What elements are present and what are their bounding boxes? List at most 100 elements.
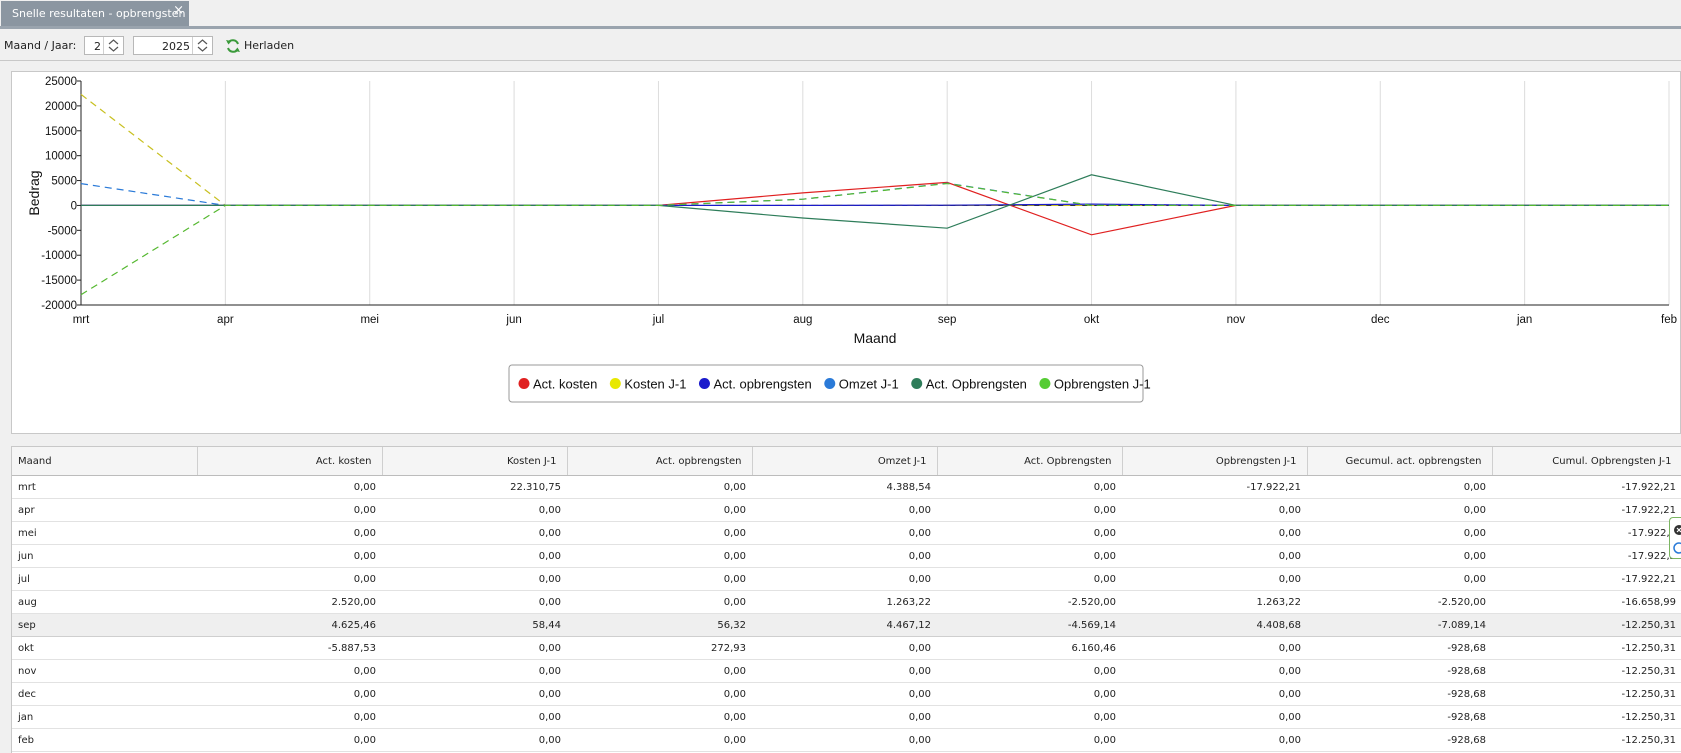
table-row[interactable]: feb 0,00 0,00 0,00 0,00 0,00 0,00 -928,68 -12.25… <box>12 728 1681 752</box>
amount-cell: 0,00 <box>752 636 937 660</box>
legend-label: Act. opbrengsten <box>713 377 811 392</box>
table-row[interactable]: jan 0,00 0,00 0,00 0,00 0,00 0,00 -928,68 -12.25… <box>12 705 1681 729</box>
amount-cell: 272,93 <box>567 636 752 660</box>
amount-cell: -12.250,31 <box>1492 682 1681 706</box>
x-tick-label: sep <box>938 314 957 326</box>
table-row[interactable]: apr 0,00 0,00 0,00 0,00 0,00 0,00 0,00 -17.922,2… <box>12 498 1681 522</box>
x-tick-label: mei <box>360 314 379 326</box>
close-icon[interactable]: × <box>173 3 184 18</box>
table-row[interactable]: mrt 0,00 22.310,75 0,00 4.388,54 0,00 -17.922,… <box>12 475 1681 499</box>
amount-cell: 0,00 <box>752 728 937 752</box>
amount-cell: 0,00 <box>567 521 752 545</box>
series-line <box>81 181 1669 236</box>
table-row[interactable]: aug 2.520,00 0,00 0,00 1.263,22 -2.520,00 1.26… <box>12 590 1681 614</box>
legend-label: Omzet J-1 <box>839 377 899 392</box>
month-cell: jul <box>12 567 197 591</box>
column-header[interactable]: Omzet J-1 <box>752 447 938 476</box>
amount-cell: 0,00 <box>752 567 937 591</box>
column-header[interactable]: Cumul. Opbrengsten J-1 <box>1492 447 1681 476</box>
amount-cell: 0,00 <box>567 728 752 752</box>
month-spin-arrows-icon[interactable] <box>103 37 123 54</box>
amount-cell: -928,68 <box>1307 682 1492 706</box>
column-header[interactable]: Opbrengsten J-1 <box>1122 447 1308 476</box>
table-row[interactable]: mei 0,00 0,00 0,00 0,00 0,00 0,00 0,00 -17.922,2 <box>12 521 1681 545</box>
amount-cell: 0,00 <box>937 544 1122 568</box>
table-header-row: Maand Act. kosten Kosten J-1 Act. opbrengst… <box>12 447 1681 476</box>
amount-cell: 0,00 <box>567 682 752 706</box>
y-tick-label: -5000 <box>48 225 77 237</box>
column-header[interactable]: Act. Opbrengsten <box>937 447 1123 476</box>
amount-cell: 0,00 <box>1307 567 1492 591</box>
x-tick-label: mrt <box>73 314 90 326</box>
amount-cell: 1.263,22 <box>752 590 937 614</box>
amount-cell: 0,00 <box>752 498 937 522</box>
amount-cell: 0,00 <box>197 659 382 683</box>
table-row[interactable]: nov 0,00 0,00 0,00 0,00 0,00 0,00 -928,68 -12.25… <box>12 659 1681 683</box>
x-tick-label: nov <box>1227 314 1246 326</box>
table-row[interactable]: sep 4.625,46 58,44 56,32 4.467,12 -4.569,14 4.… <box>12 613 1681 637</box>
x-axis-title: Maand <box>854 330 897 346</box>
close-circle-icon[interactable] <box>1670 518 1681 558</box>
month-cell: feb <box>12 728 197 752</box>
table-row[interactable]: dec 0,00 0,00 0,00 0,00 0,00 0,00 -928,68 -12.25… <box>12 682 1681 706</box>
amount-cell: 0,00 <box>1122 544 1307 568</box>
tab-snelle-resultaten[interactable]: Snelle resultaten - opbrengsten × <box>1 1 189 26</box>
y-axis-title: Bedrag <box>26 170 42 215</box>
year-spinner[interactable]: 2025 <box>133 36 213 55</box>
amount-cell: 0,00 <box>197 498 382 522</box>
legend-label: Act. kosten <box>533 377 597 392</box>
table-row[interactable]: jun 0,00 0,00 0,00 0,00 0,00 0,00 0,00 -17.922,2 <box>12 544 1681 568</box>
amount-cell: 0,00 <box>937 705 1122 729</box>
amount-cell: -16.658,99 <box>1492 590 1681 614</box>
amount-cell: 0,00 <box>937 728 1122 752</box>
amount-cell: 0,00 <box>1122 567 1307 591</box>
amount-cell: 0,00 <box>382 544 567 568</box>
amount-cell: -17.922,2 <box>1492 521 1681 545</box>
side-panel-toggle[interactable] <box>1669 517 1681 559</box>
amount-cell: 0,00 <box>1122 636 1307 660</box>
series-line <box>80 182 1669 296</box>
x-tick-label: feb <box>1661 314 1677 326</box>
amount-cell: 0,00 <box>1122 728 1307 752</box>
amount-cell: 0,00 <box>567 567 752 591</box>
amount-cell: 1.263,22 <box>1122 590 1307 614</box>
amount-cell: -12.250,31 <box>1492 728 1681 752</box>
amount-cell: 0,00 <box>937 475 1122 499</box>
amount-cell: 0,00 <box>382 590 567 614</box>
amount-cell: 2.520,00 <box>197 590 382 614</box>
x-tick-label: jan <box>1516 314 1532 326</box>
y-tick-label: -20000 <box>41 300 77 312</box>
toolbar: Maand / Jaar: 2 2025 Herladen <box>0 30 1681 61</box>
legend-label: Act. Opbrengsten <box>926 377 1027 392</box>
results-grid: Maand Act. kosten Kosten J-1 Act. opbrengst… <box>11 446 1681 753</box>
month-cell: dec <box>12 682 197 706</box>
amount-cell: 0,00 <box>937 521 1122 545</box>
amount-cell: 0,00 <box>937 567 1122 591</box>
legend-swatch <box>824 378 836 389</box>
month-spinner[interactable]: 2 <box>84 36 124 55</box>
amount-cell: -17.922,21 <box>1492 567 1681 591</box>
amount-cell: -928,68 <box>1307 728 1492 752</box>
tab-bar: Snelle resultaten - opbrengsten × <box>0 0 1681 29</box>
amount-cell: 0,00 <box>382 728 567 752</box>
amount-cell: 0,00 <box>382 498 567 522</box>
column-header[interactable]: Act. kosten <box>197 447 383 476</box>
year-spin-arrows-icon[interactable] <box>192 37 212 54</box>
amount-cell: 4.467,12 <box>752 613 937 637</box>
amount-cell: -7.089,14 <box>1307 613 1492 637</box>
table-row[interactable]: jul 0,00 0,00 0,00 0,00 0,00 0,00 0,00 -17.922,2… <box>12 567 1681 591</box>
amount-cell: 0,00 <box>382 705 567 729</box>
amount-cell: 0,00 <box>197 567 382 591</box>
column-header[interactable]: Kosten J-1 <box>382 447 568 476</box>
table-row[interactable]: okt -5.887,53 0,00 272,93 0,00 6.160,46 0,00 -9… <box>12 636 1681 660</box>
amount-cell: 0,00 <box>752 544 937 568</box>
amount-cell: 0,00 <box>567 498 752 522</box>
column-header[interactable]: Act. opbrengsten <box>567 447 753 476</box>
amount-cell: -12.250,31 <box>1492 705 1681 729</box>
y-tick-label: 10000 <box>45 151 77 163</box>
reload-label: Herladen <box>244 39 295 52</box>
column-header[interactable]: Gecumul. act. opbrengsten <box>1307 447 1493 476</box>
amount-cell: 0,00 <box>752 705 937 729</box>
amount-cell: 4.625,46 <box>197 613 382 637</box>
column-header[interactable]: Maand <box>12 447 198 476</box>
